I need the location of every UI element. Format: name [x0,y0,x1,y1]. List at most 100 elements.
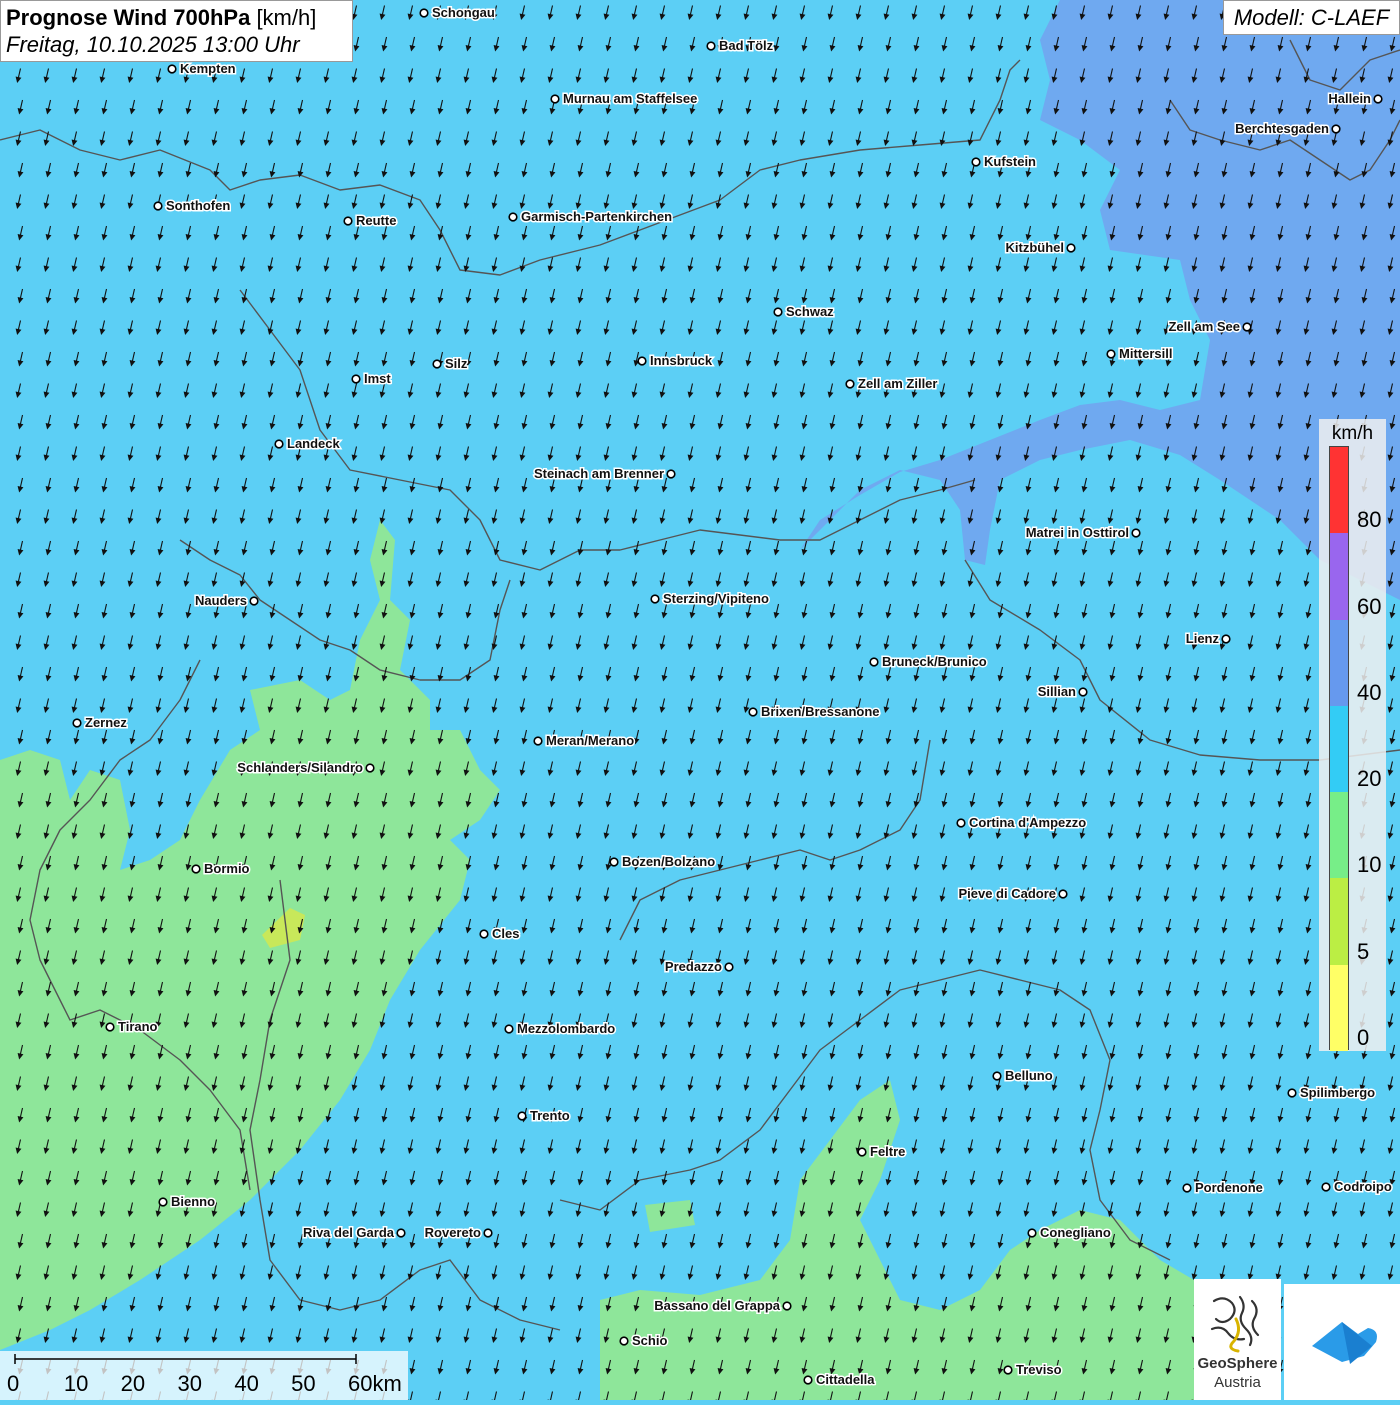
city-label: Meran/Merano [546,733,634,748]
city-marker [1221,634,1231,644]
city-marker [1331,124,1341,134]
city-label: Schio [632,1333,667,1348]
city-marker [1242,322,1252,332]
map-title: Prognose Wind 700hPa [6,5,251,30]
city-marker [650,594,660,604]
city-marker [857,1147,867,1157]
city-marker [748,707,758,717]
geosphere-name: GeoSphere [1197,1355,1278,1372]
city-marker [508,212,518,222]
city-label: Mittersill [1119,346,1172,361]
city-label: Murnau am Staffelsee [563,91,697,106]
city-label: Lienz [1186,631,1220,646]
wind-map: Schongau Bad Tölz Kempten Murnau am Staffel… [0,0,1400,1400]
city-label: Cortina d'Ampezzo [969,815,1086,830]
city-label: Steinach am Brenner [534,466,664,481]
city-marker [72,718,82,728]
city-label: Cles [492,926,519,941]
city-marker [1078,687,1088,697]
city-label: Tirano [118,1019,158,1034]
city-label: Bad Tölz [719,38,774,53]
city-label: Rovereto [425,1225,481,1240]
map-unit: [km/h] [256,5,317,30]
city-marker [869,657,879,667]
scale-bar: 0 10 20 30 40 50 60km [0,1351,408,1400]
city-label: Garmisch-Partenkirchen [521,209,672,224]
city-label: Brixen/Bressanone [761,704,880,719]
legend-segment [1330,792,1348,879]
city-label: Silz [445,356,468,371]
city-marker [1373,94,1383,104]
city-label: Kufstein [984,154,1036,169]
city-label: Kempten [180,61,236,76]
city-marker [609,857,619,867]
city-label: Feltre [870,1144,905,1159]
city-marker [971,157,981,167]
city-label: Schongau [432,5,495,20]
scale-tick-label: 60km [348,1371,402,1396]
city-marker [724,962,734,972]
city-marker [396,1228,406,1238]
city-marker [845,379,855,389]
city-label: Zernez [85,715,127,730]
legend-segment [1330,619,1348,707]
legend-color-bar [1329,446,1349,1052]
geosphere-sub: Austria [1214,1374,1261,1391]
legend-segment [1330,533,1348,621]
city-marker [167,64,177,74]
city-label: Trento [530,1108,570,1123]
legend-segment [1330,964,1348,1052]
city-label: Berchtesgaden [1235,121,1329,136]
legend-tick-label: 40 [1357,679,1382,705]
scale-tick-label: 40 [234,1371,259,1396]
city-marker [550,94,560,104]
city-label: Belluno [1005,1068,1053,1083]
city-label: Sonthofen [166,198,230,213]
city-marker [956,818,966,828]
city-label: Mezzolombardo [517,1021,615,1036]
city-label: Zell am Ziller [858,376,937,391]
city-marker [782,1301,792,1311]
legend-tick-label: 20 [1357,766,1382,792]
city-marker [1321,1182,1331,1192]
city-marker [992,1071,1002,1081]
city-label: Zell am See [1168,319,1240,334]
city-label: Imst [364,371,391,386]
city-label: Bormio [204,861,250,876]
legend-segment [1330,878,1348,966]
city-label: Conegliano [1040,1225,1111,1240]
app-logo [1284,1284,1400,1400]
legend-tick-label: 5 [1357,938,1370,964]
city-label: Hallein [1328,91,1371,106]
city-marker [637,356,647,366]
city-marker [343,216,353,226]
city-marker [773,307,783,317]
city-marker [1106,349,1116,359]
legend-unit: km/h [1331,423,1374,444]
legend-tick-label: 80 [1357,507,1382,533]
city-marker [483,1228,493,1238]
city-label: Codroipo [1334,1179,1392,1194]
city-label: Riva del Garda [303,1225,395,1240]
city-label: Matrei in Osttirol [1026,525,1129,540]
city-marker [803,1375,813,1385]
city-marker [105,1022,115,1032]
city-label: Predazzo [665,959,722,974]
city-label: Pieve di Cadore [958,886,1056,901]
city-marker [479,929,489,939]
city-label: Sillian [1038,684,1076,699]
city-label: Schlanders/Silandro [237,760,363,775]
city-marker [1131,528,1141,538]
city-label: Sterzing/Vipiteno [663,591,769,606]
city-label: Pordenone [1195,1180,1263,1195]
city-label: Reutte [356,213,396,228]
legend-segment [1330,705,1348,793]
city-marker [1182,1183,1192,1193]
city-label: Bienno [171,1194,215,1209]
city-marker [1027,1228,1037,1238]
legend-tick-label: 60 [1357,593,1382,619]
city-marker [351,374,361,384]
city-label: Bozen/Bolzano [622,854,715,869]
city-marker [706,41,716,51]
city-marker [432,359,442,369]
